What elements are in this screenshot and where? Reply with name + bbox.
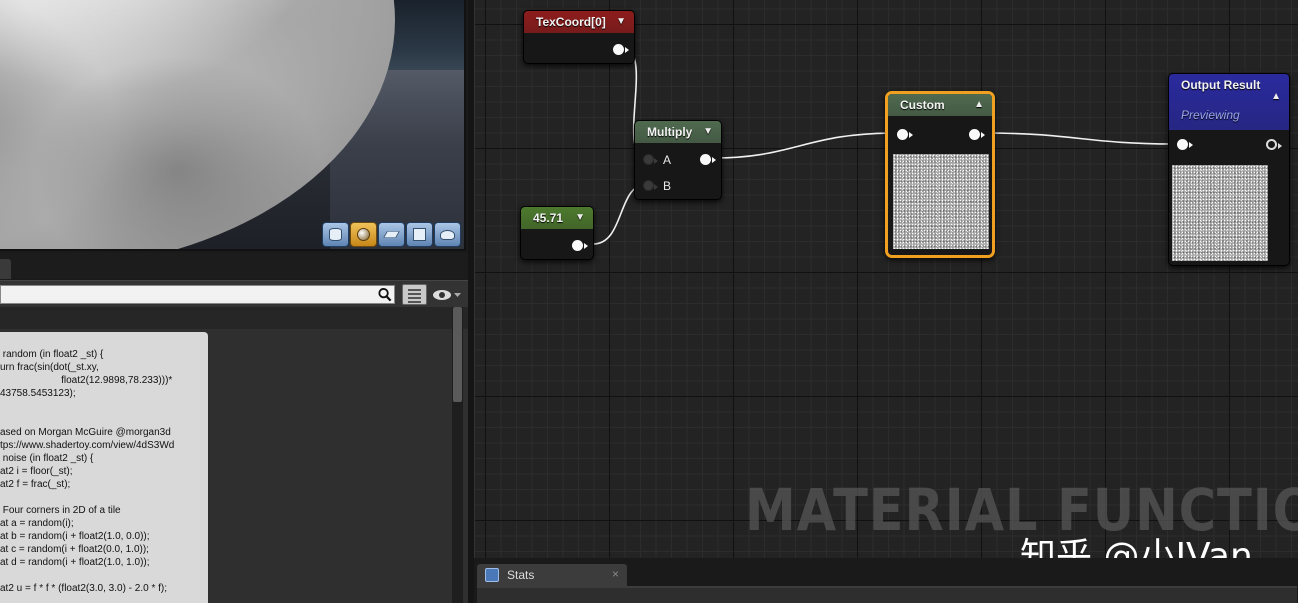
constant-node[interactable]: 45.71 ▼ xyxy=(520,206,594,260)
output-node-title: Output Result xyxy=(1181,78,1261,92)
search-icon[interactable] xyxy=(377,287,392,302)
constant-output-pin[interactable] xyxy=(572,240,588,251)
collapse-arrow-icon[interactable]: ▼ xyxy=(616,11,626,33)
details-scrollbar-thumb[interactable] xyxy=(453,307,462,402)
custom-node-header[interactable]: Custom ▲ xyxy=(888,94,992,116)
stats-icon xyxy=(485,568,499,582)
output-output-pin[interactable] xyxy=(1266,139,1282,150)
constant-node-value: 45.71 xyxy=(533,211,564,225)
eye-icon[interactable] xyxy=(432,288,462,302)
preview-viewport[interactable] xyxy=(0,0,466,251)
stats-body xyxy=(477,586,1297,603)
code-line: at2 i = floor(_st); xyxy=(0,466,73,477)
code-line: urn frac(sin(dot(_st.xy, xyxy=(0,362,99,373)
code-line: at2 f = frac(_st); xyxy=(0,479,71,490)
custom-node-title: Custom xyxy=(900,98,945,112)
wire-multiply-to-custom xyxy=(712,132,897,159)
code-line: ased on Morgan McGuire @morgan3d xyxy=(0,427,171,438)
output-node-header[interactable]: Output Result ▲ Previewing xyxy=(1169,74,1289,130)
stats-tab-label: Stats xyxy=(507,568,535,582)
plane-icon[interactable] xyxy=(378,222,405,247)
details-panel: random (in float2 _st) { urn frac(sin(dot… xyxy=(0,307,468,603)
details-category-header xyxy=(0,307,468,329)
output-node-subtitle: Previewing xyxy=(1181,108,1240,122)
details-tab[interactable] xyxy=(0,259,11,279)
wire-custom-to-output xyxy=(982,132,1178,145)
multiply-node-header[interactable]: Multiply ▼ xyxy=(635,121,721,143)
code-line: random (in float2 _st) { xyxy=(0,349,104,360)
preview-mesh-toolbar xyxy=(322,222,461,247)
details-scrollbar[interactable] xyxy=(452,307,463,603)
multiply-pin-a-label: A xyxy=(663,153,672,167)
code-line: tps://www.shadertoy.com/view/4dS3Wd xyxy=(0,440,175,451)
texcoord-output-pin[interactable] xyxy=(613,44,629,55)
texcoord-node[interactable]: TexCoord[0] ▼ xyxy=(523,10,635,64)
details-tab-bar xyxy=(0,253,468,279)
custom-node[interactable]: Custom ▲ xyxy=(885,91,995,258)
texcoord-node-title: TexCoord[0] xyxy=(536,15,606,29)
custom-output-pin[interactable] xyxy=(969,129,985,140)
sphere-icon[interactable] xyxy=(350,222,377,247)
multiply-node[interactable]: Multiply ▼ A B xyxy=(634,120,722,200)
tab-stats[interactable]: Stats × xyxy=(477,564,627,586)
details-search-input[interactable] xyxy=(0,285,395,304)
texcoord-node-header[interactable]: TexCoord[0] ▼ xyxy=(524,11,634,33)
cube-icon[interactable] xyxy=(406,222,433,247)
custom-code-textbox[interactable]: random (in float2 _st) { urn frac(sin(dot… xyxy=(0,332,208,603)
code-line: at b = random(i + float2(1.0, 0.0)); xyxy=(0,531,150,542)
code-line: at c = random(i + float2(0.0, 1.0)); xyxy=(0,544,149,555)
code-line: at a = random(i); xyxy=(0,518,74,529)
collapse-arrow-icon[interactable]: ▲ xyxy=(974,94,984,116)
material-graph-canvas[interactable]: TexCoord[0] ▼ 45.71 ▼ Multiply ▼ A B Cus… xyxy=(474,0,1298,558)
constant-node-header[interactable]: 45.71 ▼ xyxy=(521,207,593,229)
close-icon[interactable]: × xyxy=(612,567,619,581)
code-line: float2(12.9898,78.233)))* xyxy=(0,375,173,386)
collapse-arrow-icon[interactable]: ▼ xyxy=(703,121,713,143)
multiply-input-pin-a[interactable] xyxy=(643,154,658,165)
custom-input-pin[interactable] xyxy=(897,129,913,140)
list-view-icon[interactable] xyxy=(402,284,427,305)
details-search-row xyxy=(0,280,468,307)
collapse-arrow-icon[interactable]: ▲ xyxy=(1271,86,1281,108)
output-input-pin[interactable] xyxy=(1177,139,1193,150)
collapse-arrow-icon[interactable]: ▼ xyxy=(575,207,585,229)
code-line: noise (in float2 _st) { xyxy=(0,453,94,464)
teapot-icon[interactable] xyxy=(434,222,461,247)
output-result-node[interactable]: Output Result ▲ Previewing xyxy=(1168,73,1290,266)
code-line: Four corners in 2D of a tile xyxy=(0,505,121,516)
cylinder-icon[interactable] xyxy=(322,222,349,247)
multiply-input-pin-b[interactable] xyxy=(643,180,658,191)
code-line: 43758.5453123); xyxy=(0,388,76,399)
output-node-noise-preview xyxy=(1172,165,1268,261)
custom-node-noise-preview xyxy=(893,154,989,249)
multiply-node-title: Multiply xyxy=(647,125,693,139)
code-line: at2 u = f * f * (float2(3.0, 3.0) - 2.0 … xyxy=(0,583,168,594)
stats-panel: Stats × xyxy=(474,558,1298,603)
code-line: at d = random(i + float2(1.0, 1.0)); xyxy=(0,557,150,568)
multiply-output-pin[interactable] xyxy=(700,154,716,165)
multiply-pin-b-label: B xyxy=(663,179,672,193)
